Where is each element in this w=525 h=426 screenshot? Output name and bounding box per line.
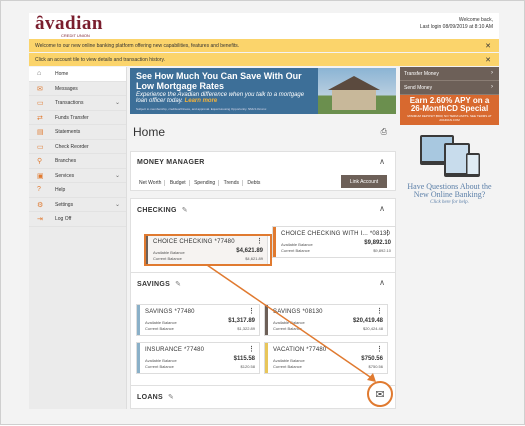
floating-message-button[interactable]: ✉ (367, 381, 393, 407)
envelope-icon: ✉ (375, 389, 385, 401)
browser-frame: ȃvadian CREDIT UNION Welcome back, Last … (0, 0, 525, 425)
tutorial-arrow (206, 264, 376, 382)
